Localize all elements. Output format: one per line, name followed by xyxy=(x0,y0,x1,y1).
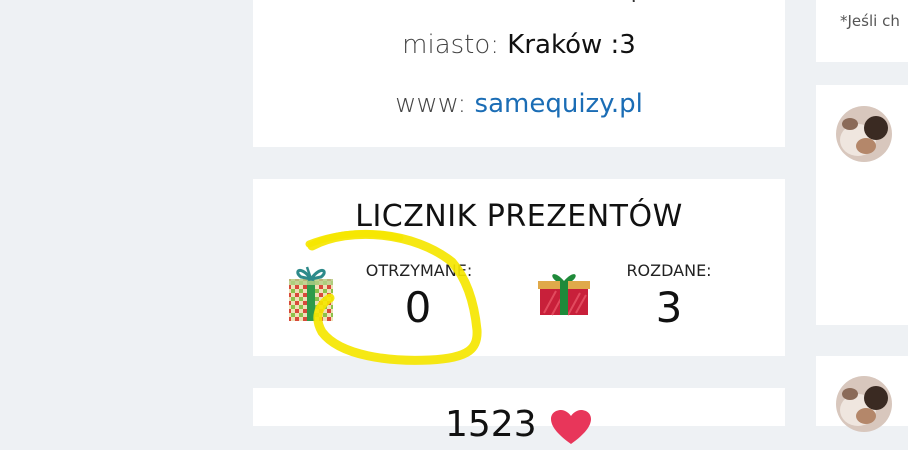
likes-card: 1523 xyxy=(253,388,785,445)
website-row: www: samequizy.pl xyxy=(253,89,785,119)
website-link[interactable]: samequizy.pl xyxy=(475,89,643,119)
gift-counter-card: LICZNIK PREZENTÓW OTRZYMANE: 0 ROZDANE: … xyxy=(253,179,785,356)
heart-icon[interactable] xyxy=(549,410,593,450)
city-row: miasto: Kraków :3 xyxy=(253,30,785,60)
comment-card xyxy=(816,356,908,432)
avatar[interactable] xyxy=(836,376,892,432)
gift-red-icon xyxy=(534,267,594,321)
website-label: www: xyxy=(395,89,467,119)
comment-card xyxy=(816,85,908,325)
likes-count: 1523 xyxy=(445,404,537,445)
gift-checkered-icon xyxy=(287,261,335,327)
cut-off-text: ( xyxy=(631,0,651,2)
received-count: 0 xyxy=(404,283,432,332)
received-label: OTRZYMANE: xyxy=(365,261,473,280)
side-note-card: *Jeśli ch xyxy=(816,0,908,62)
profile-info-card: ( miasto: Kraków :3 www: samequizy.pl xyxy=(253,0,785,147)
avatar[interactable] xyxy=(836,106,892,162)
side-note-text: *Jeśli ch xyxy=(840,12,900,30)
given-count: 3 xyxy=(655,283,683,332)
city-label: miasto: xyxy=(402,30,500,60)
city-value: Kraków :3 xyxy=(507,30,636,60)
gift-counter-title: LICZNIK PREZENTÓW xyxy=(355,199,683,234)
given-label: ROZDANE: xyxy=(626,261,712,280)
